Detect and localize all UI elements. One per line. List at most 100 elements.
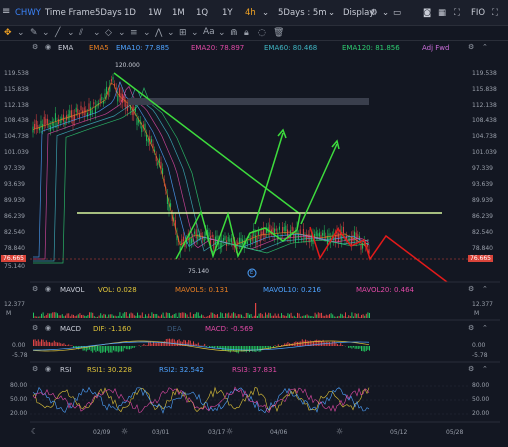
- macd-bar: [50, 342, 52, 346]
- candle-body: [146, 134, 148, 141]
- volume-bar: [138, 315, 140, 318]
- volume-bar: [66, 313, 68, 318]
- macd-bar: [263, 346, 265, 349]
- volume-bar: [337, 316, 338, 318]
- macd-bar: [266, 346, 268, 348]
- chevron-up-icon[interactable]: ⌃: [482, 285, 488, 293]
- macd-bar: [143, 343, 145, 346]
- volume-bar: [164, 316, 166, 318]
- volume-bar: [130, 312, 132, 318]
- macd-bar: [349, 346, 351, 348]
- candle-body: [283, 226, 285, 231]
- candle-body: [93, 102, 95, 105]
- drawn-trend-line[interactable]: [113, 72, 301, 215]
- volume-bar: [332, 314, 334, 318]
- volume-bar: [354, 313, 356, 318]
- volume-bar: [367, 312, 369, 318]
- volume-bar: [356, 313, 358, 318]
- chevron-up-icon[interactable]: ⌃: [482, 365, 488, 373]
- volume-bar: [281, 313, 282, 318]
- volume-bar: [188, 316, 190, 318]
- candle-body: [190, 238, 192, 244]
- eye-icon[interactable]: ◉: [45, 285, 51, 293]
- mavol-indicator-label[interactable]: MAVOL: [60, 286, 84, 294]
- rsi-tick-right: 50.00: [472, 396, 490, 403]
- macd-bar: [253, 346, 255, 352]
- candle-body: [362, 244, 364, 249]
- macd-bar: [69, 345, 71, 346]
- settings-icon[interactable]: ⚙: [32, 324, 38, 332]
- volume-bar: [277, 313, 279, 318]
- x-tick: 03/17: [208, 429, 226, 436]
- price-chart[interactable]: [0, 0, 508, 447]
- macd-indicator-label[interactable]: MACD: [60, 325, 81, 333]
- candle-body: [91, 110, 93, 114]
- volume-bar: [89, 312, 90, 318]
- rsi-lines: [30, 385, 468, 415]
- candle-body: [323, 230, 325, 237]
- macd-bar: [146, 345, 148, 346]
- candle-body: [317, 233, 319, 237]
- volume-bar: [42, 312, 44, 318]
- macd-bar: [97, 346, 98, 351]
- volume-bar: [285, 316, 287, 318]
- macd-tick-right: -5.78: [472, 352, 488, 359]
- rsi-tick-left: 80.00: [10, 382, 28, 389]
- sun-icon: ☼: [121, 427, 129, 436]
- rsi2-value: RSI2: 32.542: [159, 366, 204, 374]
- macd-bar: [245, 346, 247, 353]
- candle-body: [56, 122, 58, 128]
- gear-icon[interactable]: ⚙: [468, 324, 474, 332]
- macd-bar: [197, 342, 199, 346]
- macd-bar: [364, 346, 366, 352]
- volume-bar: [84, 315, 86, 318]
- candle-body: [200, 232, 202, 237]
- volume-bar: [250, 314, 252, 318]
- macd-bar: [105, 346, 106, 353]
- candle-body: [302, 228, 304, 237]
- volume-bar: [197, 312, 199, 318]
- volume-bar: [204, 316, 206, 318]
- volume-bar: [141, 312, 143, 318]
- drawn-up-arrow-1[interactable]: [254, 132, 284, 225]
- settings-icon[interactable]: ⚙: [32, 365, 38, 373]
- volume-bar: [97, 316, 98, 318]
- candle-body: [62, 114, 64, 122]
- macd-bar: [306, 340, 308, 346]
- volume-bar: [207, 315, 209, 318]
- gear-icon[interactable]: ⚙: [468, 365, 474, 373]
- volume-bar: [364, 315, 366, 318]
- macd-bar: [71, 345, 73, 346]
- drawn-up-arrow-2[interactable]: [300, 143, 338, 225]
- candle-body: [88, 103, 90, 111]
- macd-bar: [116, 346, 118, 352]
- candle-body: [299, 229, 301, 234]
- volume-bar: [327, 315, 329, 318]
- macd-bar: [34, 339, 36, 346]
- eye-icon[interactable]: ◉: [45, 365, 51, 373]
- x-tick: 02/09: [93, 429, 111, 436]
- gear-icon[interactable]: ⚙: [468, 285, 474, 293]
- chevron-up-icon[interactable]: ⌃: [482, 324, 488, 332]
- volume-bar: [258, 313, 260, 318]
- macd-bar: [100, 346, 102, 354]
- volume-bar: [225, 313, 226, 318]
- macd-bar: [169, 338, 170, 346]
- volume-bar: [69, 316, 71, 318]
- macd-tick-right: 0.00: [472, 342, 486, 349]
- volume-bar: [357, 313, 359, 318]
- volume-bar: [343, 316, 345, 318]
- macd-bar: [356, 346, 358, 349]
- rsi-indicator-label[interactable]: RSI: [60, 366, 71, 374]
- macd-bar: [129, 346, 130, 350]
- mavol5-value: MAVOL5: 0.131: [175, 286, 229, 294]
- settings-icon[interactable]: ⚙: [32, 285, 38, 293]
- candle-body: [315, 231, 317, 236]
- volume-bar: [228, 312, 230, 318]
- drawn-zone-rect[interactable]: [128, 98, 369, 105]
- volume-bar: [109, 314, 111, 318]
- volume-bar: [330, 313, 332, 318]
- eye-icon[interactable]: ◉: [45, 324, 51, 332]
- macd-bar: [354, 346, 356, 349]
- volume-bar: [249, 314, 250, 318]
